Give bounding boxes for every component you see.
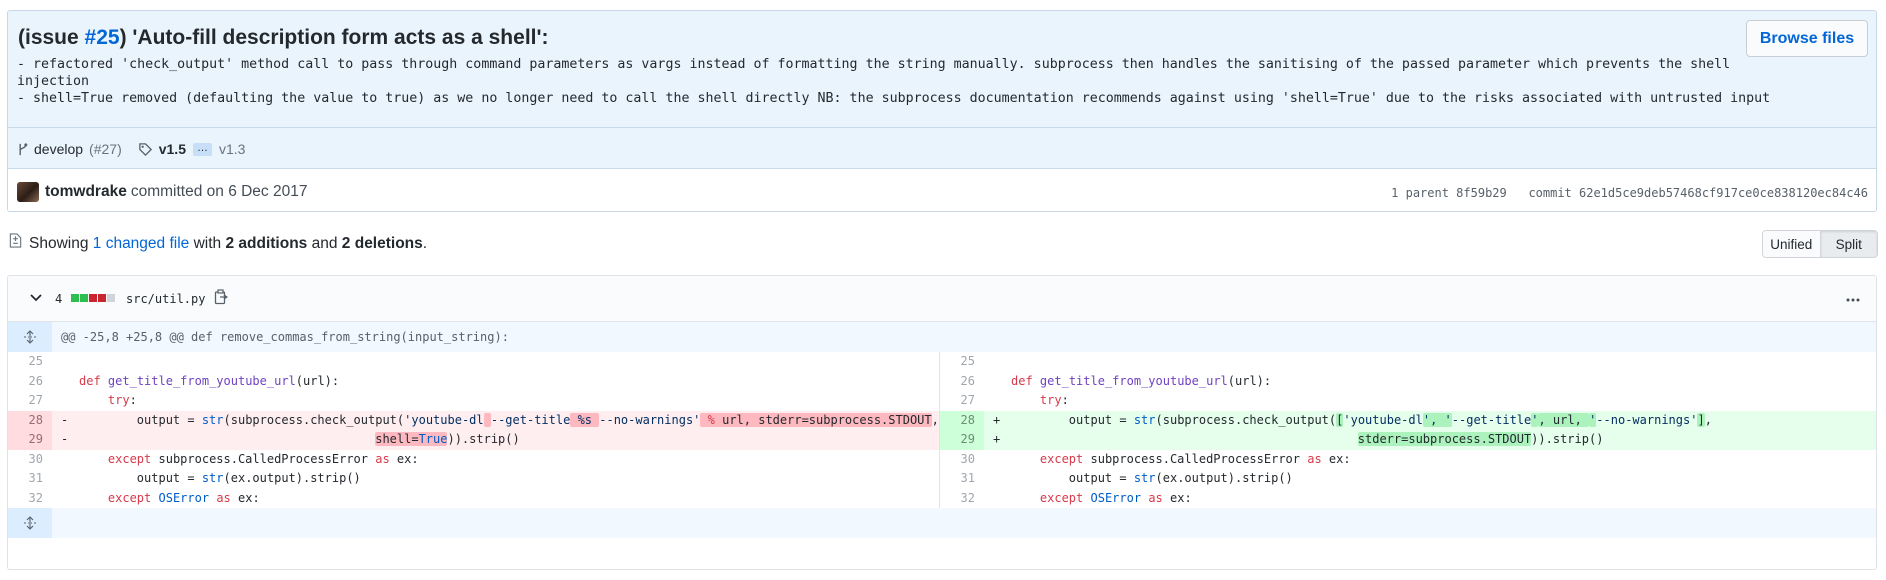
code-line: except subprocess.CalledProcessError as …: [107, 451, 419, 466]
commit-sha-info: 1 parent 8f59b29 commit 62e1d5ce9deb5746…: [1391, 186, 1868, 200]
code-line: except OSError as ex:: [1039, 490, 1192, 505]
branch-pr-link[interactable]: (#27): [89, 141, 122, 157]
code-line: try:: [1039, 393, 1069, 407]
file-diff-icon: [9, 233, 22, 248]
browse-files-button[interactable]: Browse files: [1746, 20, 1868, 57]
commit-message-panel: (issue #25) 'Auto-fill description form …: [8, 11, 1876, 168]
avatar[interactable]: [17, 182, 39, 202]
author-line: tomwdrake committed on 6 Dec 2017: [45, 183, 307, 201]
diff-view-toggle: Unified Split: [1762, 230, 1878, 258]
code-line: def get_title_from_youtube_url(url):: [79, 373, 340, 388]
line-number[interactable]: 30: [8, 450, 52, 470]
code-line: output = str(ex.output).strip(): [1011, 471, 1293, 485]
split-button[interactable]: Split: [1819, 231, 1877, 257]
diffstat-neutral-block: [107, 294, 115, 302]
line-number[interactable]: 28: [940, 410, 984, 430]
diff-row: 27 try: 27 try:: [8, 391, 1876, 411]
diff-summary: Showing 1 changed file with 2 additions …: [29, 235, 428, 252]
branch-link[interactable]: develop: [34, 141, 83, 157]
commit-description-line-1: - refactored 'check_output' method call …: [17, 57, 1731, 72]
line-number[interactable]: 31: [940, 469, 984, 489]
line-number[interactable]: 26: [8, 372, 52, 392]
diffstat-added-block: [80, 294, 88, 302]
code-line: except subprocess.CalledProcessError as …: [1039, 451, 1351, 466]
kebab-horizontal-icon[interactable]: [1846, 298, 1860, 302]
diffstat-deleted-block: [98, 294, 106, 302]
code-line: def get_title_from_youtube_url(url):: [1011, 373, 1272, 388]
diff-row: 29- shell=True)).strip() 29 + stderr=subp…: [8, 430, 1876, 450]
deleted-line: 28- output = str(subprocess.check_output…: [8, 410, 940, 430]
author-link[interactable]: tomwdrake: [45, 183, 127, 200]
code-line: output = str(ex.output).strip(): [79, 471, 361, 485]
expand-below-row: [8, 508, 1876, 538]
deletions-count: 2 deletions: [341, 235, 423, 252]
clippy-icon[interactable]: [214, 289, 228, 305]
deletion-marker: -: [61, 412, 69, 427]
file-path-link[interactable]: src/util.py: [126, 292, 205, 306]
diff-row: 32 except OSError as ex: 32 except OSErr…: [8, 488, 1876, 509]
line-number[interactable]: 25: [8, 352, 52, 372]
line-number[interactable]: 26: [940, 372, 984, 392]
code-line: except OSError as ex:: [107, 490, 260, 505]
line-number[interactable]: 31: [8, 469, 52, 489]
added-line: 28 + output = str(subprocess.check_output…: [940, 410, 1876, 430]
branch-tag-row: develop (#27) v1.5 … v1.3: [18, 139, 245, 159]
line-number[interactable]: 25: [940, 352, 984, 372]
line-number[interactable]: 29: [940, 430, 984, 450]
diff-row: 30 except subprocess.CalledProcessError …: [8, 449, 1876, 470]
git-branch-icon: [19, 142, 28, 155]
diffstat-added-block: [71, 294, 79, 302]
addition-marker: +: [993, 412, 1001, 427]
changed-files-link[interactable]: 1 changed file: [93, 235, 190, 252]
line-number[interactable]: 32: [940, 489, 984, 509]
unified-button[interactable]: Unified: [1763, 231, 1820, 257]
commit-title: (issue #25) 'Auto-fill description form …: [18, 26, 549, 49]
diffstat-bar: [71, 294, 115, 302]
diff-row: 28- output = str(subprocess.check_output…: [8, 410, 1876, 430]
added-line: 29 + stderr=subprocess.STDOUT)).strip(): [940, 430, 1876, 450]
addition-marker: +: [993, 432, 1001, 446]
unfold-icon[interactable]: [8, 508, 52, 538]
parent-sha-link[interactable]: 1 parent 8f59b29: [1391, 186, 1507, 200]
chevron-down-icon[interactable]: [30, 293, 42, 303]
commit-header: (issue #25) 'Auto-fill description form …: [7, 10, 1877, 212]
code-line: output = str(subprocess.check_output(['y…: [1011, 412, 1712, 427]
line-number[interactable]: 27: [940, 391, 984, 411]
code-line: try:: [107, 393, 137, 407]
code-line: output = str(subprocess.check_output('yo…: [79, 412, 939, 427]
diff-row: 26 def get_title_from_youtube_url(url): 2…: [8, 371, 1876, 392]
line-number[interactable]: 30: [940, 450, 984, 470]
tag-icon: [138, 142, 152, 156]
line-number[interactable]: 28: [8, 410, 52, 430]
line-number[interactable]: 29: [8, 430, 52, 450]
commit-sha: commit 62e1d5ce9deb57468cf917ce0ce838120…: [1528, 186, 1868, 200]
file-diff: 4 src/util.py @@ -25,8 +25,8 @@ def remo…: [7, 275, 1877, 570]
divider: [8, 127, 1876, 128]
code-line: shell=True)).strip(): [375, 432, 520, 446]
commit-date: committed on 6 Dec 2017: [130, 183, 308, 200]
deletion-marker: -: [61, 432, 69, 446]
tag-link-old[interactable]: v1.3: [219, 141, 245, 157]
line-number[interactable]: 27: [8, 391, 52, 411]
issue-link[interactable]: #25: [85, 26, 120, 49]
commit-meta: tomwdrake committed on 6 Dec 2017 1 paren…: [8, 168, 1876, 211]
deleted-line: 29- shell=True)).strip(): [8, 430, 940, 450]
commit-description-line-3: - shell=True removed (defaulting the val…: [17, 91, 1771, 106]
code-line: stderr=subprocess.STDOUT)).strip(): [1357, 432, 1604, 446]
tag-link-new[interactable]: v1.5: [159, 141, 186, 157]
line-number[interactable]: 32: [8, 489, 52, 509]
additions-count: 2 additions: [225, 235, 308, 252]
hunk-header: @@ -25,8 +25,8 @@ def remove_commas_from…: [8, 322, 1876, 352]
diff-change-count: 4: [55, 292, 63, 306]
diff-row: 31 output = str(ex.output).strip() 31 ou…: [8, 469, 1876, 489]
diffstat-deleted-block: [89, 294, 97, 302]
diff-row: 25 25: [8, 352, 1876, 372]
tags-ellipsis-button[interactable]: …: [192, 142, 212, 156]
unfold-icon[interactable]: [8, 322, 52, 352]
file-header: 4 src/util.py: [8, 276, 1876, 322]
hunk-header-text: @@ -25,8 +25,8 @@ def remove_commas_from…: [61, 330, 509, 344]
